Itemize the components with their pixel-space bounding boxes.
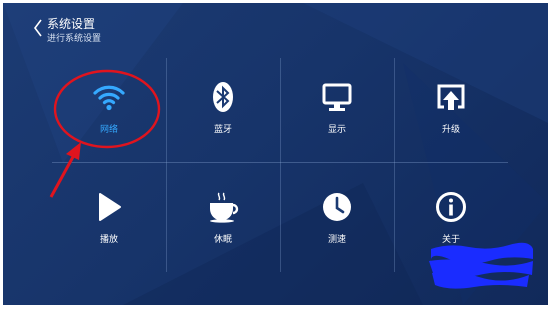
back-chevron-icon[interactable] (33, 18, 43, 38)
tile-speed-test[interactable]: 测速 (280, 168, 394, 272)
settings-grid: 网络 蓝牙 显示 升级 播放 休眠 测速 关于 (52, 58, 508, 272)
tile-label: 显示 (327, 125, 346, 135)
tile-label: 蓝牙 (213, 125, 232, 135)
tv-screen: 系统设置 进行系统设置 网络 蓝牙 显示 升级 播放 休眠 测速 关于 (3, 3, 548, 305)
monitor-icon (322, 83, 352, 111)
bluetooth-icon (213, 82, 233, 112)
tile-label: 测速 (327, 235, 346, 245)
tile-upgrade[interactable]: 升级 (394, 58, 508, 162)
tile-network[interactable]: 网络 (52, 58, 166, 162)
info-icon (436, 192, 466, 222)
tile-bluetooth[interactable]: 蓝牙 (166, 58, 280, 162)
tile-label: 休眠 (213, 235, 232, 245)
tile-display[interactable]: 显示 (280, 58, 394, 162)
tile-playback[interactable]: 播放 (52, 168, 166, 272)
upgrade-icon (437, 84, 465, 110)
clock-icon (323, 193, 351, 221)
tile-label: 升级 (441, 125, 460, 135)
coffee-cup-icon (210, 192, 239, 223)
tile-label: 网络 (99, 125, 118, 135)
redaction-scribble (429, 242, 533, 289)
page-subtitle: 进行系统设置 (47, 34, 102, 44)
page-title: 系统设置 (47, 17, 96, 31)
play-icon (99, 193, 121, 221)
tile-label: 播放 (99, 235, 118, 245)
wifi-icon (93, 85, 125, 111)
tile-sleep[interactable]: 休眠 (166, 168, 280, 272)
